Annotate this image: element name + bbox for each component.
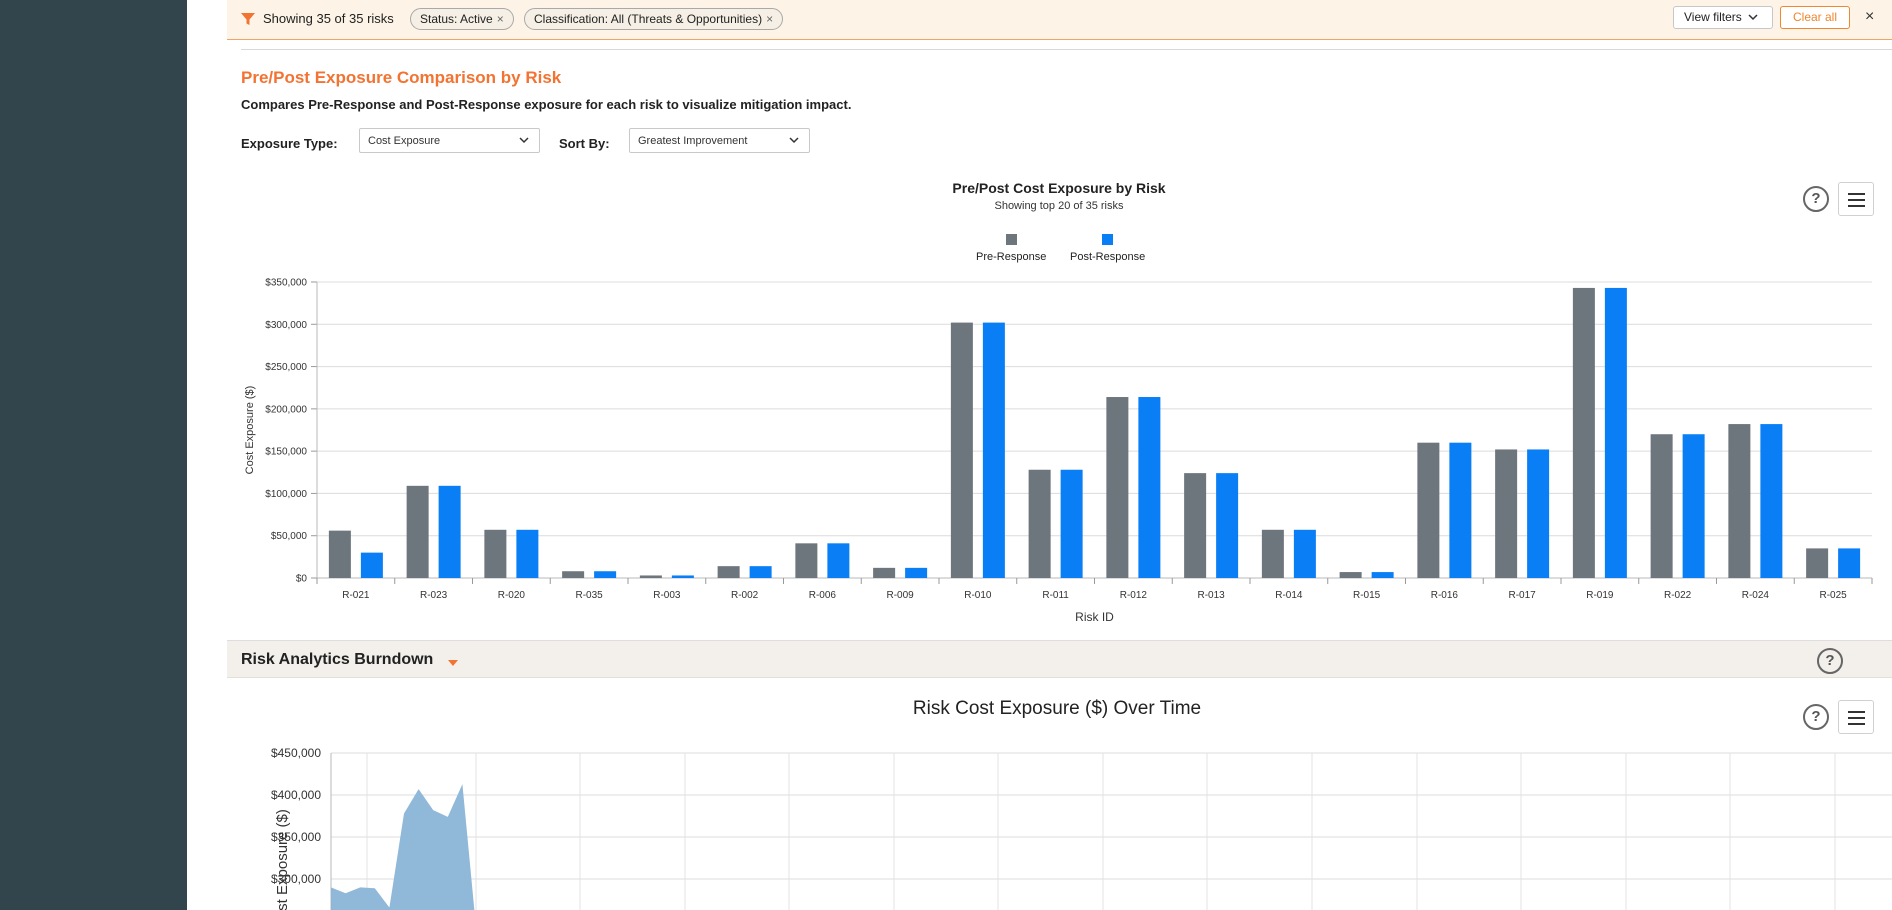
pre-response-bar (406, 485, 429, 578)
pre-response-bar (639, 575, 662, 578)
left-sidebar (0, 0, 187, 910)
post-response-bar (1216, 473, 1239, 578)
burndown-area-chart: $450,000$400,000$350,000$300,000Cost Exp… (271, 746, 1892, 910)
pre-response-bar (562, 571, 585, 578)
post-response-bar (1293, 529, 1316, 578)
pre-response-bar (1728, 424, 1751, 578)
post-response-bar (438, 485, 461, 578)
pre-response-bar (1261, 529, 1284, 578)
y-tick-label: $350,000 (265, 278, 307, 289)
y-tick-label: $300,000 (265, 320, 307, 331)
help-icon[interactable]: ? (1817, 648, 1843, 674)
pre-response-bar (1806, 548, 1829, 578)
x-tick-label: R-021 (342, 590, 370, 601)
help-icon[interactable]: ? (1803, 704, 1829, 730)
x-tick-label: R-010 (964, 590, 992, 601)
x-tick-label: R-009 (887, 590, 915, 601)
menu-icon (1848, 711, 1865, 713)
x-tick-label: R-035 (576, 590, 604, 601)
post-response-bar (1604, 287, 1627, 578)
pre-response-bar (328, 530, 351, 578)
chart-title: Risk Cost Exposure ($) Over Time (912, 698, 1202, 719)
y-tick-label: $50,000 (271, 531, 308, 542)
pre-response-bar (1339, 572, 1362, 578)
pre-response-bar (1650, 434, 1673, 578)
caret-down-icon[interactable] (448, 660, 458, 666)
post-response-bar (1371, 572, 1394, 578)
post-response-bar (1682, 434, 1705, 578)
post-response-bar (1138, 397, 1161, 578)
x-tick-label: R-019 (1586, 590, 1614, 601)
pre-response-bar (484, 529, 507, 578)
y-axis-label: Cost Exposure ($) (274, 809, 291, 910)
x-tick-label: R-006 (809, 590, 837, 601)
x-tick-label: R-016 (1431, 590, 1459, 601)
exposure-area (331, 784, 477, 910)
x-tick-label: R-024 (1742, 590, 1770, 601)
pre-response-bar (873, 567, 896, 578)
x-tick-label: R-023 (420, 590, 448, 601)
x-tick-label: R-012 (1120, 590, 1148, 601)
y-tick-label: $150,000 (265, 447, 307, 458)
y-tick-label: $400,000 (271, 788, 321, 802)
pre-response-bar (1417, 442, 1440, 578)
y-tick-label: $450,000 (271, 746, 321, 760)
x-tick-label: R-003 (653, 590, 681, 601)
pre-response-bar (717, 566, 740, 578)
post-response-bar (594, 571, 617, 578)
x-tick-label: R-013 (1198, 590, 1226, 601)
main-content: Showing 35 of 35 risks Status: Active × C… (227, 0, 1892, 910)
burndown-section-header[interactable]: Risk Analytics Burndown ? (227, 640, 1892, 678)
x-axis-label: Risk ID (1075, 610, 1114, 624)
pre-response-bar (1028, 469, 1051, 578)
x-tick-label: R-002 (731, 590, 759, 601)
post-response-bar (1449, 442, 1472, 578)
exposure-bar-chart: $0 $50,000 $100,000 $150,000 $200,000 $250,00… (244, 278, 1873, 624)
x-tick-label: R-020 (498, 590, 526, 601)
post-response-bar (671, 575, 694, 578)
y-tick-label: $100,000 (265, 489, 307, 500)
pre-response-bar (1495, 449, 1518, 578)
x-tick-label: R-022 (1664, 590, 1692, 601)
post-response-bar (1527, 449, 1550, 578)
x-tick-label: R-015 (1353, 590, 1381, 601)
post-response-bar (905, 567, 928, 578)
pre-response-bar (1184, 473, 1207, 578)
pre-response-bar (1572, 287, 1595, 578)
x-tick-label: R-025 (1820, 590, 1848, 601)
pre-response-bar (950, 322, 973, 578)
post-response-bar (1060, 469, 1083, 578)
x-tick-label: R-014 (1275, 590, 1303, 601)
post-response-bar (827, 543, 850, 578)
post-response-bar (1760, 424, 1783, 578)
y-tick-label: $250,000 (265, 362, 307, 373)
post-response-bar (360, 552, 383, 578)
burndown-title: Risk Analytics Burndown (241, 651, 434, 668)
x-tick-label: R-017 (1509, 590, 1537, 601)
post-response-bar (516, 529, 539, 578)
chart-menu-button[interactable] (1838, 700, 1874, 734)
pre-response-bar (1106, 397, 1129, 578)
y-tick-label: $0 (296, 574, 308, 585)
post-response-bar (1838, 548, 1861, 578)
x-tick-label: R-011 (1042, 590, 1069, 601)
y-axis-label: Cost Exposure ($) (244, 386, 256, 475)
post-response-bar (982, 322, 1005, 578)
post-response-bar (749, 566, 772, 578)
y-tick-label: $200,000 (265, 404, 307, 415)
pre-response-bar (795, 543, 818, 578)
